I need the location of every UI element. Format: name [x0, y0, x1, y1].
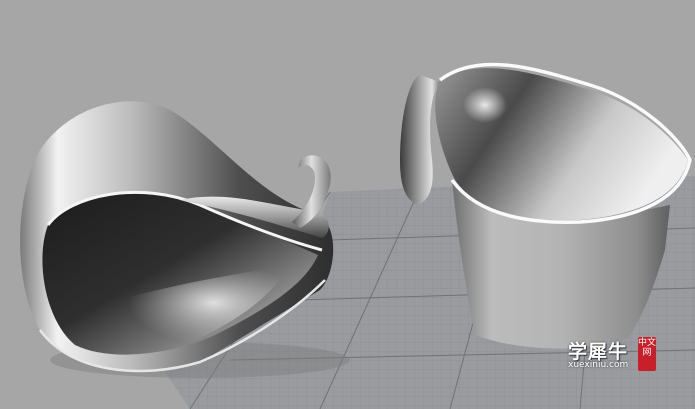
- watermark-url-text: xuexiniu.com: [568, 360, 629, 370]
- rhino-perspective-viewport[interactable]: 学犀牛 xuexiniu.com 中文网: [0, 0, 695, 409]
- watermark-seal: 中文网: [638, 337, 656, 371]
- watermark-seal-text: 中文网: [638, 338, 657, 358]
- watermark-logo: 学犀牛 xuexiniu.com 中文网: [562, 333, 662, 373]
